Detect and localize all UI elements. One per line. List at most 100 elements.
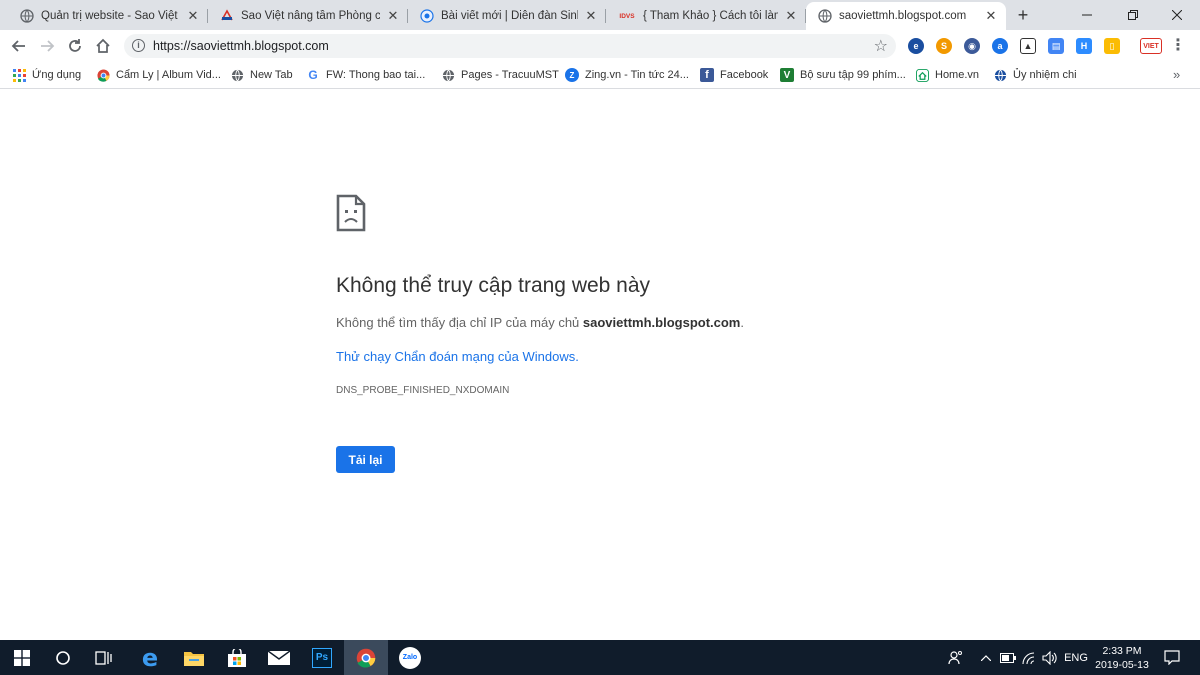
tab-strip: Quản trị website - Sao Việt ✕ Sao Việt n… (0, 0, 1200, 30)
error-code: DNS_PROBE_FINISHED_NXDOMAIN (336, 385, 510, 396)
home-icon (915, 68, 929, 82)
edge-icon[interactable]: e (128, 640, 172, 675)
bookmark-fw-thong-bao[interactable]: G FW: Thong bao tai... (306, 67, 425, 83)
new-tab-button[interactable]: + (1013, 5, 1033, 25)
bookmark-home-vn[interactable]: Home.vn (915, 67, 979, 83)
bookmark-cam-ly[interactable]: Cẩm Ly | Album Vid... (96, 67, 221, 83)
reload-icon[interactable] (64, 35, 86, 57)
chrome-taskbar-icon[interactable] (344, 640, 388, 675)
user-ext-icon[interactable]: ◉ (964, 38, 980, 54)
sad-page-icon (336, 194, 366, 232)
globe-icon (20, 9, 34, 23)
error-message: Không thể tìm thấy địa chỉ IP của máy ch… (336, 315, 744, 330)
zalo-icon[interactable]: Zalo (388, 640, 432, 675)
maximize-icon[interactable] (1110, 0, 1156, 30)
tab-close-icon[interactable]: ✕ (584, 8, 598, 24)
google-icon: G (308, 68, 318, 82)
v-icon: V (780, 68, 794, 82)
tab-close-icon[interactable]: ✕ (784, 8, 798, 24)
a-ext-icon[interactable]: a (992, 38, 1008, 54)
language-indicator[interactable]: ENG (1062, 640, 1090, 675)
error-message-prefix: Không thể tìm thấy địa chỉ IP của máy ch… (336, 315, 583, 330)
battery-icon[interactable] (998, 640, 1018, 675)
bookmark-bo-suu-tap[interactable]: V Bộ sưu tập 99 phím... (780, 67, 906, 83)
tab-close-icon[interactable]: ✕ (186, 8, 200, 24)
idvs-icon: IDVS (619, 12, 635, 20)
bookmark-new-tab[interactable]: New Tab (230, 67, 293, 83)
file-explorer-icon[interactable] (172, 640, 216, 675)
tab-tham-khao-seo[interactable]: IDVS { Tham Khảo } Cách tôi làm seo ✕ (606, 2, 806, 30)
home-icon[interactable] (92, 35, 114, 57)
bookmark-label: Facebook (720, 69, 769, 81)
volume-icon[interactable] (1040, 640, 1060, 675)
bookmarks-overflow-button[interactable]: » (1173, 67, 1180, 82)
minimize-icon[interactable] (1064, 0, 1110, 30)
saoviet-logo-icon (220, 9, 234, 23)
action-center-icon[interactable] (1160, 640, 1184, 675)
mail-icon[interactable] (257, 640, 301, 675)
photoshop-text: Ps (312, 647, 332, 668)
bookmark-label: Pages - TracuuMST (461, 69, 559, 81)
back-arrow-icon[interactable] (8, 35, 30, 57)
chrome-menu-icon[interactable]: ⋮ (1170, 37, 1186, 55)
bookmark-facebook[interactable]: f Facebook (700, 67, 768, 83)
zing-icon: Z (565, 68, 579, 82)
forward-arrow-icon[interactable] (36, 35, 58, 57)
bookmark-pages-tracuumst[interactable]: Pages - TracuuMST (441, 67, 559, 83)
tab-sao-viet-phong-chay[interactable]: Sao Việt nâng tầm Phòng cháy ✕ (208, 2, 408, 30)
viet-ext-icon[interactable]: VIET (1140, 38, 1162, 54)
bookmark-label: Bộ sưu tập 99 phím... (800, 69, 906, 81)
bookmark-uy-nhiem-chi[interactable]: Ủy nhiệm chi (993, 67, 1077, 83)
tab-saoviettmh-active[interactable]: saoviettmh.blogspot.com ✕ (806, 2, 1006, 30)
chrome-icon (96, 68, 110, 82)
bookmarks-bar: Ứng dụng Cẩm Ly | Album Vid... New Tab G… (0, 62, 1200, 89)
bookmark-label: Ủy nhiệm chi (1013, 69, 1077, 81)
globe-icon (441, 68, 455, 82)
windows-start-icon[interactable] (0, 640, 44, 675)
bookmark-star-icon[interactable]: ☆ (874, 36, 888, 56)
wifi-icon[interactable] (1020, 640, 1040, 675)
bookmark-zing[interactable]: Z Zing.vn - Tin tức 24... (565, 67, 689, 83)
tab-close-icon[interactable]: ✕ (984, 8, 998, 24)
browser-toolbar: i https://saoviettmh.blogspot.com ☆ e S … (0, 30, 1200, 62)
facebook-icon: f (700, 68, 714, 82)
error-host: saoviettmh.blogspot.com (582, 315, 741, 330)
network-diagnostics-link[interactable]: Thử chạy Chẩn đoán mạng của Windows. (336, 349, 579, 364)
tab-title: { Tham Khảo } Cách tôi làm seo (643, 10, 778, 22)
info-icon[interactable]: i (132, 39, 145, 52)
note-ext-icon[interactable]: ▯ (1104, 38, 1120, 54)
tab-dien-dan-sinh-vien[interactable]: Bài viết mới | Diễn đàn Sinh Viê ✕ (408, 2, 606, 30)
reload-button[interactable]: Tải lại (336, 446, 395, 473)
tab-title: Bài viết mới | Diễn đàn Sinh Viê (441, 10, 578, 22)
task-view-icon[interactable] (82, 640, 126, 675)
clock-time: 2:33 PM (1102, 645, 1142, 657)
bookmark-apps[interactable]: Ứng dụng (12, 67, 81, 83)
clock-date: 2019-05-13 (1095, 659, 1149, 671)
tab-title: Sao Việt nâng tầm Phòng cháy (241, 10, 380, 22)
taskbar-clock[interactable]: 2:33 PM 2019-05-13 (1093, 644, 1151, 672)
address-bar[interactable]: i https://saoviettmh.blogspot.com ☆ (124, 34, 896, 58)
tab-close-icon[interactable]: ✕ (386, 8, 400, 24)
h-ext-icon[interactable]: H (1076, 38, 1092, 54)
image-ext-icon[interactable]: ▲ (1020, 38, 1036, 54)
search-circle-icon[interactable] (41, 640, 85, 675)
store-icon[interactable] (215, 640, 259, 675)
tab-quan-tri-website[interactable]: Quản trị website - Sao Việt ✕ (8, 2, 208, 30)
bookmark-label: Zing.vn - Tin tức 24... (585, 69, 689, 81)
globe-icon (818, 9, 832, 23)
windows-taskbar: e Ps Zalo ENG 2:33 PM 2019-05-13 (0, 640, 1200, 675)
e-ext-icon[interactable]: e (908, 38, 924, 54)
error-title: Không thể truy cập trang web này (336, 274, 651, 297)
url-text[interactable]: https://saoviettmh.blogspot.com (153, 39, 329, 53)
bookmark-label: FW: Thong bao tai... (326, 69, 426, 81)
forum-icon (420, 9, 434, 23)
people-icon[interactable] (945, 640, 967, 675)
apps-grid-icon (12, 68, 26, 82)
photoshop-icon[interactable]: Ps (300, 640, 344, 675)
tab-title: saoviettmh.blogspot.com (839, 10, 967, 22)
close-icon[interactable] (1154, 0, 1200, 30)
reader-ext-icon[interactable]: ▤ (1048, 38, 1064, 54)
sao-ext-icon[interactable]: S (936, 38, 952, 54)
chevron-up-icon[interactable] (977, 640, 995, 675)
bookmark-label: Cẩm Ly | Album Vid... (116, 69, 221, 81)
